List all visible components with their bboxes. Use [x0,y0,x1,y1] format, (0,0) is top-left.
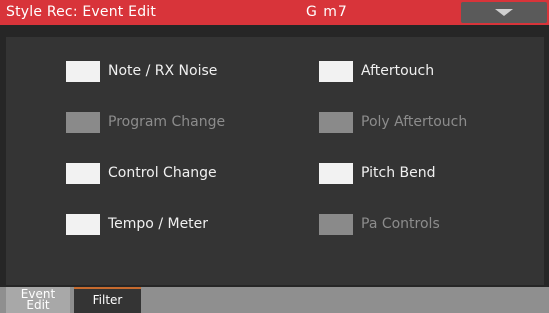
tab-label: Edit [26,298,50,312]
filter-label: Control Change [108,165,217,181]
filter-label: Poly Aftertouch [361,114,468,130]
checkbox[interactable] [319,163,353,184]
filter-label: Aftertouch [361,63,435,79]
checkbox[interactable] [319,61,353,82]
tab-label: Filter [92,293,123,307]
filter-label: Program Change [108,114,226,130]
filter-label: Pa Controls [361,216,440,232]
checkbox [319,214,353,235]
filter-label: Note / RX Noise [108,63,218,79]
chord-display: G m7 [306,4,348,20]
checkbox[interactable] [66,61,100,82]
filter-label: Tempo / Meter [108,216,209,232]
checkbox[interactable] [66,214,100,235]
filter-label: Pitch Bend [361,165,436,181]
tab-bar: Event Edit Filter [0,287,549,313]
tab-filter[interactable]: Filter [74,287,141,313]
page-title: Style Rec: Event Edit [6,4,157,20]
checkbox[interactable] [66,163,100,184]
tab-event-edit[interactable]: Event Edit [6,287,70,313]
chevron-down-icon [495,9,513,16]
checkbox [319,112,353,133]
title-bar: Style Rec: Event Edit G m7 [0,0,549,25]
checkbox [66,112,100,133]
screen: Style Rec: Event Edit G m7 Note / RX Noi… [0,0,549,313]
page-menu-button[interactable] [461,2,547,23]
filter-panel: Note / RX Noise Aftertouch Program Chang… [6,37,544,285]
